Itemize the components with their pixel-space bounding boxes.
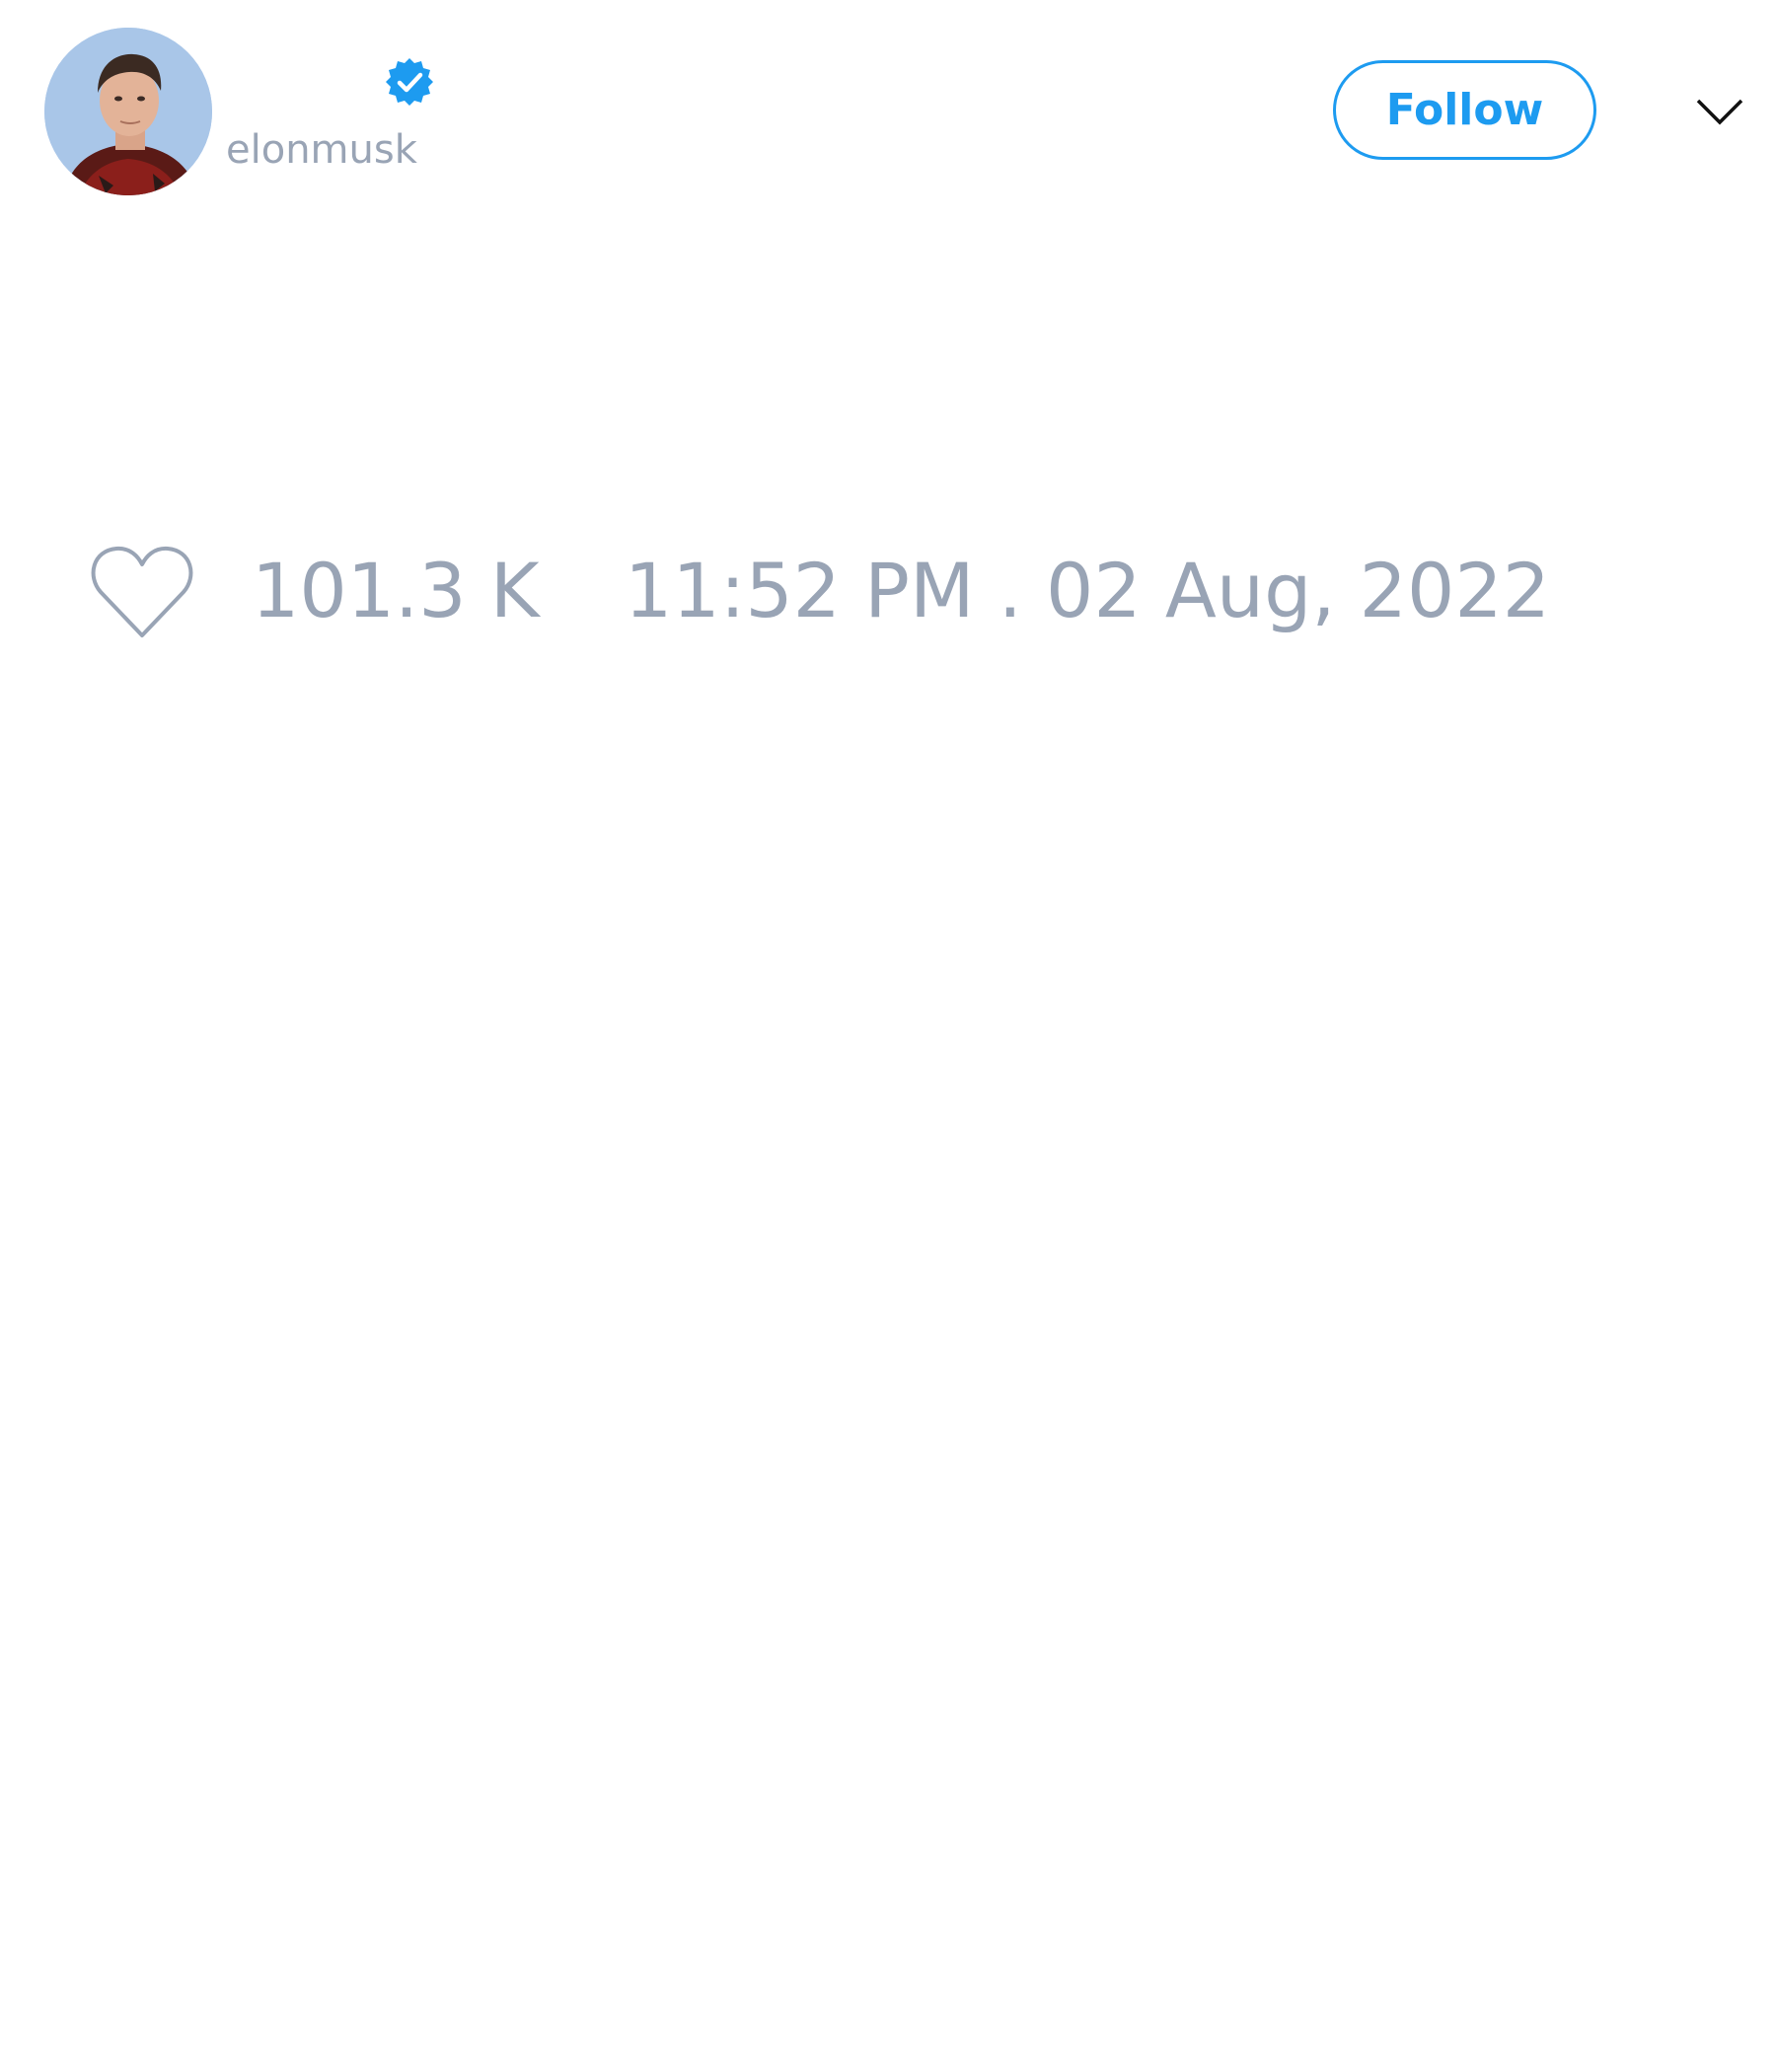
chevron-down-icon[interactable] xyxy=(1694,87,1745,138)
verified-badge-icon xyxy=(384,56,435,108)
like-count: 101.3 K xyxy=(252,547,540,634)
tweet-timestamp[interactable]: 11:52 PM . 02 Aug, 2022 xyxy=(625,547,1550,635)
avatar[interactable] xyxy=(44,28,212,195)
tweet-footer: 101.3 K 11:52 PM . 02 Aug, 2022 xyxy=(0,533,1776,651)
tweet-card: elonmusk Follow 101.3 K 11:52 PM . 02 Au… xyxy=(0,0,1776,2072)
author-handle[interactable]: elonmusk xyxy=(226,126,417,174)
follow-button[interactable]: Follow xyxy=(1333,60,1596,160)
avatar-image xyxy=(44,28,212,195)
tweet-header: elonmusk Follow xyxy=(0,0,1776,237)
heart-icon[interactable] xyxy=(89,543,195,641)
